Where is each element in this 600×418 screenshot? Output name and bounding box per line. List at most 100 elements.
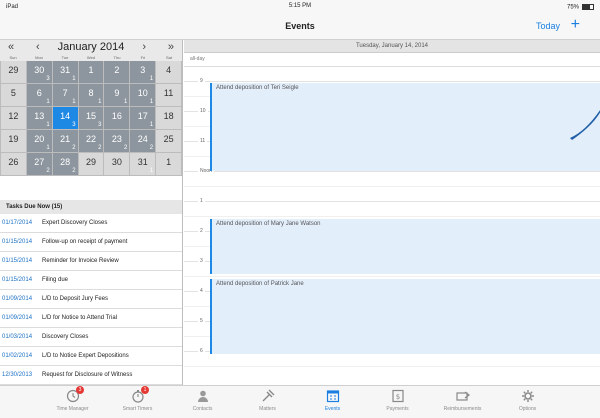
day-number: 29	[85, 157, 96, 167]
hour-line: Noon	[184, 168, 600, 174]
task-row[interactable]: 01/17/2014 Expert Discovery Closes	[0, 214, 182, 233]
calendar-day[interactable]: 16	[104, 107, 130, 129]
tab-payments[interactable]: $ Payments	[365, 386, 430, 418]
weekday-label: Sun	[9, 55, 17, 60]
tab-reimbursements[interactable]: Reimbursements	[430, 386, 495, 418]
calendar-day[interactable]: 30 3	[26, 61, 52, 83]
event-block[interactable]: Attend deposition of Mary Jane Watson	[210, 219, 600, 274]
next-month-button[interactable]: ›	[137, 41, 151, 53]
task-row[interactable]: 01/15/2014 Follow-up on receipt of paymen…	[0, 233, 182, 252]
add-event-button[interactable]: +	[571, 16, 580, 34]
calendar-day[interactable]: 10 1	[130, 84, 156, 106]
tab-options[interactable]: Options	[495, 386, 560, 418]
tab-matters[interactable]: Matters	[235, 386, 300, 418]
event-count: 2	[72, 145, 76, 151]
calendar-day[interactable]: 29	[78, 153, 104, 175]
task-row[interactable]: 01/15/2014 Reminder for Invoice Review	[0, 252, 182, 271]
next-year-button[interactable]: »	[164, 41, 178, 53]
event-count: 2	[72, 168, 76, 174]
hour-label: 11	[198, 138, 208, 144]
calendar-day[interactable]: 71	[52, 84, 78, 106]
calendar-day[interactable]: 17 1	[130, 107, 156, 129]
calendar-day[interactable]: 18	[156, 107, 181, 129]
notification-badge: 3	[76, 386, 84, 394]
calendar-day[interactable]: 15 3	[78, 107, 104, 129]
event-count: 2	[46, 168, 50, 174]
tab-contacts[interactable]: Contacts	[170, 386, 235, 418]
day-number: 20	[34, 134, 45, 144]
day-number: 26	[8, 157, 19, 167]
calendar-day[interactable]: 29	[1, 61, 26, 83]
calendar-day[interactable]: 31 1	[52, 61, 78, 83]
calendar-day[interactable]: 81	[78, 84, 104, 106]
calendar-day[interactable]: 4	[156, 61, 181, 83]
calendar-day-selected[interactable]: 14 3	[52, 107, 78, 129]
weekday-label: Sat	[165, 55, 172, 60]
event-count: 1	[46, 122, 50, 128]
weekday-label: Mon	[35, 55, 43, 60]
calendar-day[interactable]: 13 1	[26, 107, 52, 129]
day-number: 25	[163, 134, 174, 144]
calendar-day[interactable]: 22 2	[78, 130, 104, 152]
day-number: 23	[111, 134, 122, 144]
calendar-day[interactable]: 27 2	[26, 153, 52, 175]
calendar-day[interactable]: 61	[26, 84, 52, 106]
weekday-label: Wed	[86, 55, 96, 60]
calendar-day[interactable]: 2	[104, 61, 130, 83]
hour-label: 4	[198, 288, 205, 294]
calendar-day[interactable]: 5	[1, 84, 26, 106]
event-block[interactable]: Attend deposition of Teri Seigle	[210, 83, 600, 171]
calendar-day[interactable]: 31 1	[130, 153, 156, 175]
calendar-day[interactable]: 24 2	[130, 130, 156, 152]
page-title: Events	[285, 21, 315, 31]
prev-month-button[interactable]: ‹	[31, 41, 45, 53]
weekday-header: Sun Mon Tue Wed Thu Fri Sat	[0, 54, 182, 61]
calendar-day[interactable]: 12	[1, 107, 26, 129]
calendar-day[interactable]: 21 2	[52, 130, 78, 152]
hour-label: 10	[198, 108, 208, 114]
task-row[interactable]: 12/30/2013 Request for Disclosure of Witn…	[0, 366, 182, 385]
prev-year-button[interactable]: «	[4, 41, 18, 53]
today-button[interactable]: Today	[536, 21, 560, 31]
calendar-day[interactable]: 19	[1, 130, 26, 152]
task-row[interactable]: 01/09/2014 L/D for Notice to Attend Trial	[0, 309, 182, 328]
calendar-day[interactable]: 11	[156, 84, 181, 106]
status-time: 5:15 PM	[288, 3, 312, 9]
calendar-day[interactable]: 20 1	[26, 130, 52, 152]
task-date: 01/15/2014	[2, 258, 33, 264]
event-block[interactable]: Attend deposition of Patrick Jane	[210, 279, 600, 354]
task-row[interactable]: 01/15/2014 Filing due	[0, 271, 182, 290]
calendar-day[interactable]: 91	[104, 84, 130, 106]
calendar-day[interactable]: 28 2	[52, 153, 78, 175]
task-date: 01/15/2014	[2, 239, 33, 245]
day-number: 15	[85, 111, 96, 121]
tab-label: Payments	[386, 406, 409, 412]
calendar-day[interactable]: 31	[130, 61, 156, 83]
hour-label: 3	[198, 258, 205, 264]
calendar-day[interactable]: 25	[156, 130, 181, 152]
status-bar: iPad 5:15 PM 75%	[0, 0, 600, 14]
day-number: 31	[60, 65, 71, 75]
task-date: 01/03/2014	[2, 334, 33, 340]
tab-smart-timers[interactable]: 1 Smart Timers	[105, 386, 170, 418]
task-date: 01/15/2014	[2, 277, 33, 283]
task-list: 01/17/2014 Expert Discovery Closes 01/15/2…	[0, 214, 182, 385]
day-number: 14	[60, 111, 71, 121]
gavel-icon	[261, 389, 275, 403]
task-row[interactable]: 01/02/2014 L/D to Notice Expert Depositio…	[0, 347, 182, 366]
hour-label: 2	[198, 228, 205, 234]
task-row[interactable]: 01/09/2014 L/D to Deposit Jury Fees	[0, 290, 182, 309]
day-number: 27	[34, 157, 45, 167]
calendar-day[interactable]: 23 2	[104, 130, 130, 152]
calendar-day[interactable]: 1	[156, 153, 181, 175]
decorative-swoosh	[570, 110, 600, 140]
day-number: 18	[163, 111, 174, 121]
calendar-day[interactable]: 30	[104, 153, 130, 175]
calendar-day[interactable]: 26	[1, 153, 26, 175]
task-row[interactable]: 01/03/2014 Discovery Closes	[0, 328, 182, 347]
event-count: 1	[46, 145, 50, 151]
calendar-day[interactable]: 1	[78, 61, 104, 83]
tab-time-manager[interactable]: 3 Time Manager	[40, 386, 105, 418]
svg-text:$: $	[395, 393, 399, 401]
tab-events[interactable]: Events	[300, 386, 365, 418]
